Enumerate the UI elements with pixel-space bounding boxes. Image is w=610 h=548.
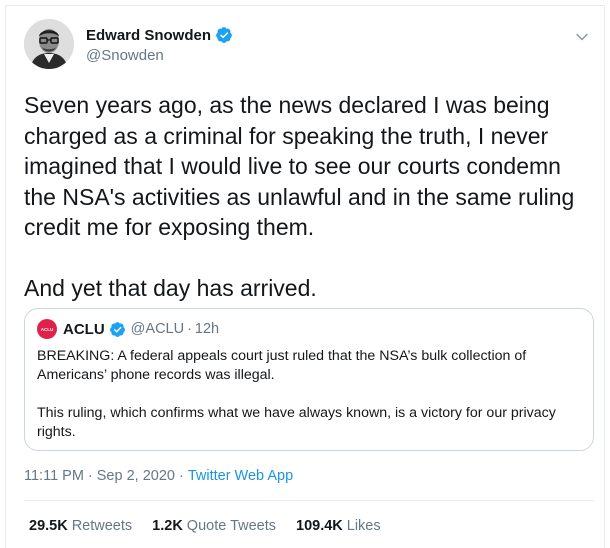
avatar-image — [24, 19, 74, 69]
quoted-author-handle[interactable]: @ACLU — [131, 321, 184, 337]
tweet-date[interactable]: Sep 2, 2020 — [97, 468, 175, 484]
tweet-meta: 11:11 PM · Sep 2, 2020 · Twitter Web App — [24, 466, 293, 486]
meta-separator: · — [87, 468, 93, 484]
verified-badge-icon — [109, 321, 126, 338]
quoted-tweet-header: ACLU ACLU @ACLU · 12h — [37, 319, 219, 339]
tweet-time[interactable]: 11:11 PM — [24, 468, 84, 484]
retweets-count: 29.5K — [29, 518, 68, 534]
retweets-stat[interactable]: 29.5K Retweets — [29, 518, 132, 534]
tweet-stats: 29.5K Retweets 1.2K Quote Tweets 109.4K … — [29, 516, 401, 536]
tweet-header: Edward Snowden @Snowden — [24, 19, 594, 75]
quote-tweets-count: 1.2K — [152, 518, 183, 534]
likes-stat[interactable]: 109.4K Likes — [296, 518, 381, 534]
quote-tweets-stat[interactable]: 1.2K Quote Tweets — [152, 518, 276, 534]
divider — [24, 500, 594, 501]
likes-count: 109.4K — [296, 518, 343, 534]
retweets-label: Retweets — [71, 518, 133, 534]
author-block: Edward Snowden @Snowden — [86, 25, 233, 64]
quoted-time[interactable]: 12h — [195, 321, 219, 337]
display-name-row: Edward Snowden — [86, 25, 233, 45]
quoted-author-name[interactable]: ACLU — [63, 321, 105, 338]
avatar[interactable] — [24, 19, 74, 69]
quoted-tweet[interactable]: ACLU ACLU @ACLU · 12h BREAKING: A federa… — [24, 308, 594, 451]
quoted-paragraph: This ruling, which confirms what we have… — [37, 405, 556, 440]
aclu-logo-text: ACLU — [40, 326, 54, 332]
author-display-name[interactable]: Edward Snowden — [86, 27, 211, 44]
tweet-text: Seven years ago, as the news declared I … — [24, 92, 575, 301]
likes-label: Likes — [346, 518, 381, 534]
quoted-paragraph: BREAKING: A federal appeals court just r… — [37, 348, 527, 383]
quote-tweets-label: Quote Tweets — [186, 518, 276, 534]
chevron-down-icon[interactable] — [574, 29, 590, 45]
quoted-separator: · — [187, 321, 192, 337]
meta-separator: · — [178, 468, 184, 484]
tweet-source-link[interactable]: Twitter Web App — [188, 468, 293, 484]
tweet-card: Edward Snowden @Snowden Seven years ago,… — [5, 5, 605, 548]
verified-badge-icon — [215, 26, 233, 44]
aclu-logo-avatar[interactable]: ACLU — [37, 319, 57, 339]
author-handle[interactable]: @Snowden — [86, 47, 233, 64]
quoted-tweet-text: BREAKING: A federal appeals court just r… — [37, 347, 582, 442]
